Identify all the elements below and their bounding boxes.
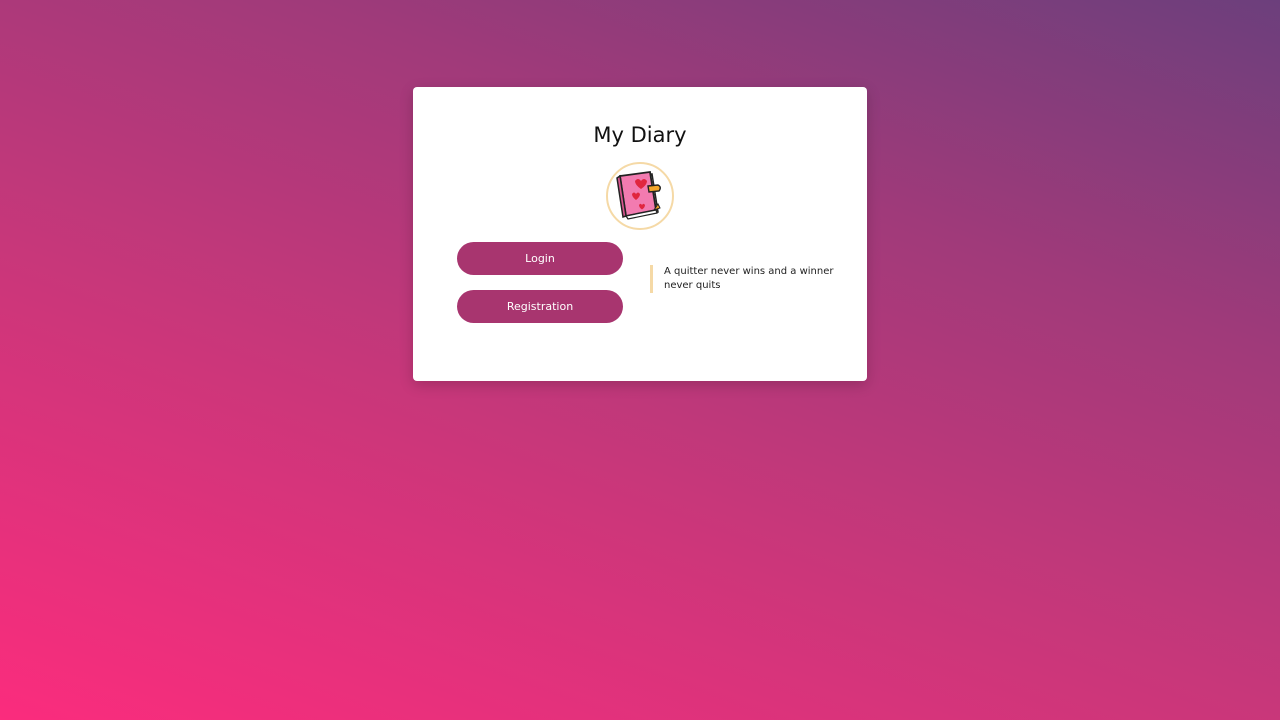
diary-book-icon	[606, 162, 674, 230]
home-card: My Diary Login Registration A quitter ne…	[413, 87, 867, 381]
page-title: My Diary	[593, 123, 687, 147]
motivational-quote: A quitter never wins and a winner never …	[650, 265, 839, 293]
registration-button[interactable]: Registration	[457, 290, 623, 323]
login-button[interactable]: Login	[457, 242, 623, 275]
